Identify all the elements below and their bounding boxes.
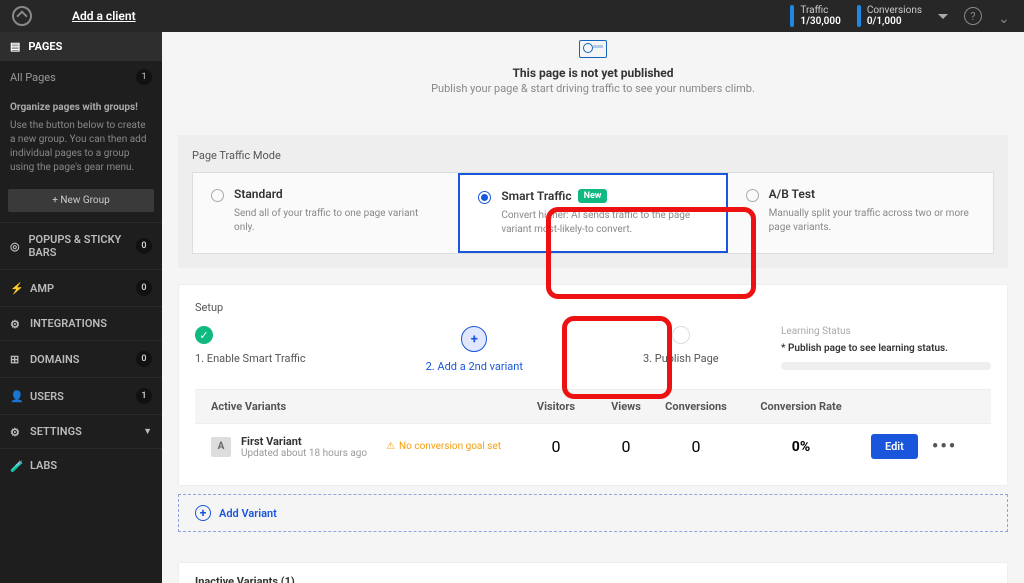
sidebar-item-popups[interactable]: ◎POPUPS & STICKY BARS 0	[0, 222, 162, 269]
new-badge: New	[578, 189, 608, 203]
pages-icon: ▤	[10, 40, 20, 53]
radio-icon	[211, 189, 224, 202]
warning-icon: ⚠	[386, 441, 395, 452]
setup-step-3: 3. Publish Page	[643, 326, 719, 373]
conversions-stat: Conversions 0/1,000	[857, 5, 922, 27]
sidebar-item-users[interactable]: 👤USERS 1	[0, 377, 162, 414]
add-client-link[interactable]: Add a client	[72, 9, 136, 23]
sidebar: ▤ PAGES All Pages 1 Organize pages with …	[0, 32, 162, 583]
traffic-option-standard[interactable]: Standard Send all of your traffic to one…	[193, 173, 458, 253]
more-options-icon[interactable]: •••	[922, 436, 967, 457]
stats-dropdown-icon[interactable]	[938, 14, 948, 19]
help-icon[interactable]: ?	[964, 7, 982, 25]
setup-step-1: ✓ 1. Enable Smart Traffic	[195, 326, 306, 373]
users-icon: 👤	[10, 390, 22, 402]
logo-icon[interactable]	[12, 6, 32, 26]
sidebar-item-integrations[interactable]: ⚙INTEGRATIONS	[0, 306, 162, 340]
sidebar-all-pages[interactable]: All Pages 1	[0, 61, 162, 93]
settings-icon: ⚙	[10, 426, 22, 438]
plus-icon: +	[195, 505, 211, 521]
chevron-down-icon: ▼	[143, 426, 152, 437]
page-preview-icon	[579, 40, 607, 58]
sidebar-tip: Organize pages with groups! Use the butt…	[0, 93, 162, 183]
plus-icon: +	[461, 326, 487, 352]
new-group-button[interactable]: + New Group	[8, 189, 154, 212]
variant-letter-badge: A	[211, 437, 231, 457]
user-menu-icon[interactable]: ⌄	[998, 11, 1012, 21]
labs-icon: 🧪	[10, 460, 22, 472]
pending-icon	[672, 326, 690, 344]
setup-title: Setup	[195, 301, 991, 314]
sidebar-pages-header[interactable]: ▤ PAGES	[0, 32, 162, 61]
radio-icon	[746, 189, 759, 202]
radio-checked-icon	[478, 191, 491, 204]
edit-variant-button[interactable]: Edit	[871, 434, 918, 459]
sidebar-item-domains[interactable]: ⊞DOMAINS 0	[0, 340, 162, 377]
sidebar-item-labs[interactable]: 🧪LABS	[0, 448, 162, 482]
add-variant-button[interactable]: + Add Variant	[178, 494, 1008, 532]
not-published-message: This page is not yet published Publish y…	[178, 66, 1008, 95]
check-icon: ✓	[195, 326, 213, 344]
traffic-option-abtest[interactable]: A/B Test Manually split your traffic acr…	[728, 173, 993, 253]
variant-name[interactable]: First Variant	[241, 435, 367, 448]
sidebar-item-settings[interactable]: ⚙SETTINGS ▼	[0, 414, 162, 448]
learning-status: Learning Status * Publish page to see le…	[781, 326, 991, 373]
integrations-icon: ⚙	[10, 318, 22, 330]
popups-icon: ◎	[10, 240, 20, 252]
warning-message: ⚠ No conversion goal set	[386, 441, 501, 452]
domains-icon: ⊞	[10, 353, 22, 365]
inactive-variants-title: Inactive Variants (1)	[195, 575, 991, 583]
variant-row: A First Variant Updated about 18 hours a…	[195, 423, 991, 469]
amp-icon: ⚡	[10, 282, 22, 294]
traffic-mode-title: Page Traffic Mode	[192, 149, 994, 162]
setup-step-2[interactable]: + 2. Add a 2nd variant	[426, 326, 523, 373]
sidebar-item-amp[interactable]: ⚡AMP 0	[0, 269, 162, 306]
variants-table-header: Active Variants Visitors Views Conversio…	[195, 389, 991, 423]
traffic-option-smart[interactable]: Smart Traffic New Convert higher: AI sen…	[458, 173, 727, 253]
traffic-stat: Traffic 1/30,000	[790, 5, 840, 27]
